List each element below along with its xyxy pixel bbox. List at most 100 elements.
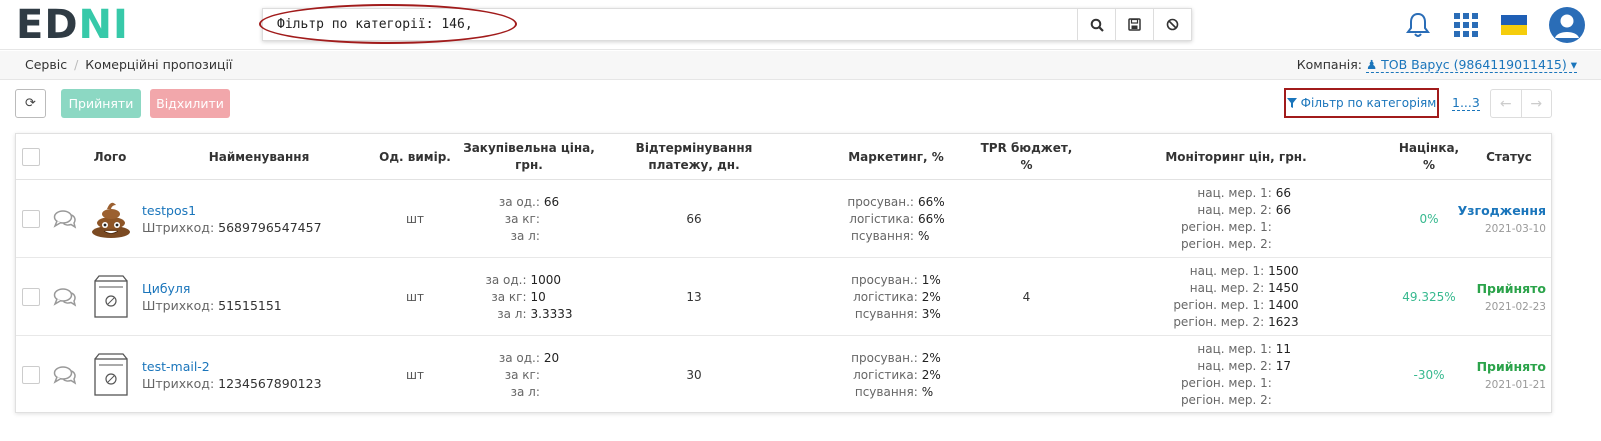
bell-icon[interactable] [1405, 11, 1431, 39]
comments-icon[interactable] [52, 258, 78, 336]
marketing-spoilage-label: псування: [851, 228, 914, 243]
markup-cell: 49.325% [1402, 290, 1456, 304]
product-name-link[interactable]: testpos1 [142, 202, 322, 219]
marketing-promo-value: 66% [917, 194, 945, 209]
next-page-button[interactable]: → [1520, 90, 1552, 117]
monitoring-nat1-value: 11 [1275, 342, 1292, 356]
comments-icon[interactable] [52, 336, 78, 414]
prev-page-button[interactable]: ← [1491, 90, 1521, 117]
logo-text-ed: ED [16, 2, 79, 48]
monitoring-nat2-label: нац. мер. 2: [1197, 203, 1272, 217]
price-unit-value: 66 [543, 194, 560, 209]
row-checkbox-cell [21, 336, 41, 414]
status-label: Прийнято [1476, 359, 1546, 374]
product-placeholder-icon [90, 336, 132, 414]
marketing-spoilage-value: % [921, 384, 934, 399]
edin-logo[interactable]: ED N I [16, 2, 129, 48]
breadcrumb-bar: Сервіс / Комерційні пропозиції Компанія: ♟ … [0, 51, 1601, 80]
markup-cell: 0% [1419, 212, 1439, 226]
row-checkbox-cell [21, 258, 41, 336]
monitoring-nat1-label: нац. мер. 1: [1197, 186, 1272, 200]
company-selector: Компанія: ♟ ТОВ Варус (9864119011415) ▾ [1296, 57, 1577, 73]
reject-button[interactable]: Відхилити [150, 89, 230, 118]
top-bar: ED N I [0, 0, 1601, 50]
marketing-cell: просуван.: 66% логістика: 66% псування:% [796, 180, 996, 258]
apps-grid-icon[interactable] [1453, 12, 1479, 38]
user-icon: ♟ [1365, 57, 1378, 72]
refresh-button[interactable]: ⟳ [15, 89, 46, 118]
tpr-cell: 4 [1022, 290, 1031, 304]
price-cell: за од.: 1000 за кг: 10 за л: 3.3333 [454, 258, 604, 336]
table-row[interactable]: Цибуля Штрихкод: 51515151 шт за од.: 1000… [16, 258, 1551, 336]
page-range[interactable]: 1...3 [1452, 95, 1480, 111]
ukraine-flag-icon[interactable] [1501, 15, 1527, 35]
marketing-promo-value: 2% [921, 350, 941, 365]
header-monitoring: Моніторинг цін, грн. [1165, 149, 1307, 164]
marketing-spoilage-label: псування: [854, 384, 918, 399]
table-row[interactable]: test-mail-2 Штрихкод: 1234567890123 шт з… [16, 336, 1551, 414]
search-input[interactable] [263, 9, 1077, 40]
product-name-cell: testpos1 Штрихкод: 5689796547457 [142, 202, 322, 236]
monitoring-reg2-value [1276, 392, 1291, 409]
header-price: Закупівельна ціна, грн. [463, 141, 595, 172]
pager: ← → [1490, 89, 1552, 118]
monitoring-cell: нац. мер. 1: 1500 нац. мер. 2: 1450 регіон… [1096, 258, 1376, 336]
marketing-logistics-value: 2% [921, 289, 941, 304]
monitoring-nat1-value: 66 [1275, 186, 1292, 200]
monitoring-reg1-value [1276, 375, 1291, 392]
company-value: ТОВ Варус (9864119011415) [1381, 57, 1567, 72]
monitoring-nat2-value: 17 [1275, 359, 1292, 373]
marketing-spoilage-label: псування: [854, 306, 918, 321]
monitoring-cell: нац. мер. 1: 11 нац. мер. 2: 17 регіон. ме… [1096, 336, 1376, 414]
select-all-checkbox[interactable] [22, 148, 40, 166]
marketing-logistics-label: логістика: [853, 367, 918, 382]
comments-icon[interactable] [52, 180, 78, 258]
row-checkbox-cell [21, 180, 41, 258]
marketing-cell: просуван.: 1% логістика: 2% псування: 3% [796, 258, 996, 336]
barcode-value: 1234567890123 [218, 376, 322, 391]
delay-cell: 66 [686, 212, 702, 226]
price-unit-label: за од.: [498, 350, 540, 365]
price-kg-value: 10 [530, 289, 546, 304]
table-header: Лого Найменування Од. вимір. Закупівельн… [16, 134, 1551, 180]
row-checkbox[interactable] [22, 366, 40, 384]
monitoring-cell: нац. мер. 1: 66 нац. мер. 2: 66 регіон. ме… [1096, 180, 1376, 258]
top-icons [1405, 5, 1585, 45]
save-filter-button[interactable] [1115, 9, 1153, 40]
category-filter-label: Фільтр по категоріям [1300, 96, 1437, 110]
category-filter-button[interactable]: Фільтр по категоріям [1284, 88, 1439, 118]
barcode-label: Штрихкод: [142, 220, 215, 235]
search-button[interactable] [1077, 9, 1115, 40]
table-row[interactable]: testpos1 Штрихкод: 5689796547457 шт за о… [16, 180, 1551, 258]
monitoring-nat1-label: нац. мер. 1: [1189, 264, 1265, 278]
monitoring-nat1-label: нац. мер. 1: [1197, 342, 1272, 356]
row-checkbox[interactable] [22, 288, 40, 306]
price-kg-value [544, 367, 559, 384]
company-label: Компанія: [1296, 57, 1362, 72]
header-markup: Націнка, % [1398, 141, 1460, 172]
product-name-link[interactable]: Цибуля [142, 280, 282, 297]
offers-table: Лого Найменування Од. вимір. Закупівельн… [15, 133, 1552, 413]
user-avatar-icon[interactable] [1549, 7, 1585, 43]
monitoring-reg1-label: регіон. мер. 1: [1173, 298, 1265, 312]
row-checkbox[interactable] [22, 210, 40, 228]
accept-button[interactable]: Прийняти [61, 89, 141, 118]
price-l-label: за л: [510, 384, 540, 399]
breadcrumb-item-service[interactable]: Сервіс [25, 57, 67, 72]
barcode-label: Штрихкод: [142, 298, 215, 313]
product-name-link[interactable]: test-mail-2 [142, 358, 322, 375]
company-dropdown[interactable]: ♟ ТОВ Варус (9864119011415) ▾ [1365, 57, 1577, 73]
monitoring-nat2-label: нац. мер. 2: [1197, 359, 1272, 373]
marketing-promo-value: 1% [921, 272, 941, 287]
header-marketing: Маркетинг, % [848, 149, 944, 164]
monitoring-reg1-label: регіон. мер. 1: [1180, 376, 1272, 390]
status-date: 2021-01-21 [1484, 379, 1546, 391]
marketing-logistics-value: 66% [917, 211, 945, 226]
barcode-value: 5689796547457 [218, 220, 322, 235]
monitoring-nat1-value: 1500 [1268, 264, 1299, 278]
header-name[interactable]: Найменування [142, 134, 376, 180]
marketing-cell: просуван.: 2% логістика: 2% псування:% [796, 336, 996, 414]
clear-filter-button[interactable] [1153, 9, 1191, 40]
marketing-promo-label: просуван.: [851, 272, 918, 287]
price-kg-label: за кг: [504, 367, 540, 382]
